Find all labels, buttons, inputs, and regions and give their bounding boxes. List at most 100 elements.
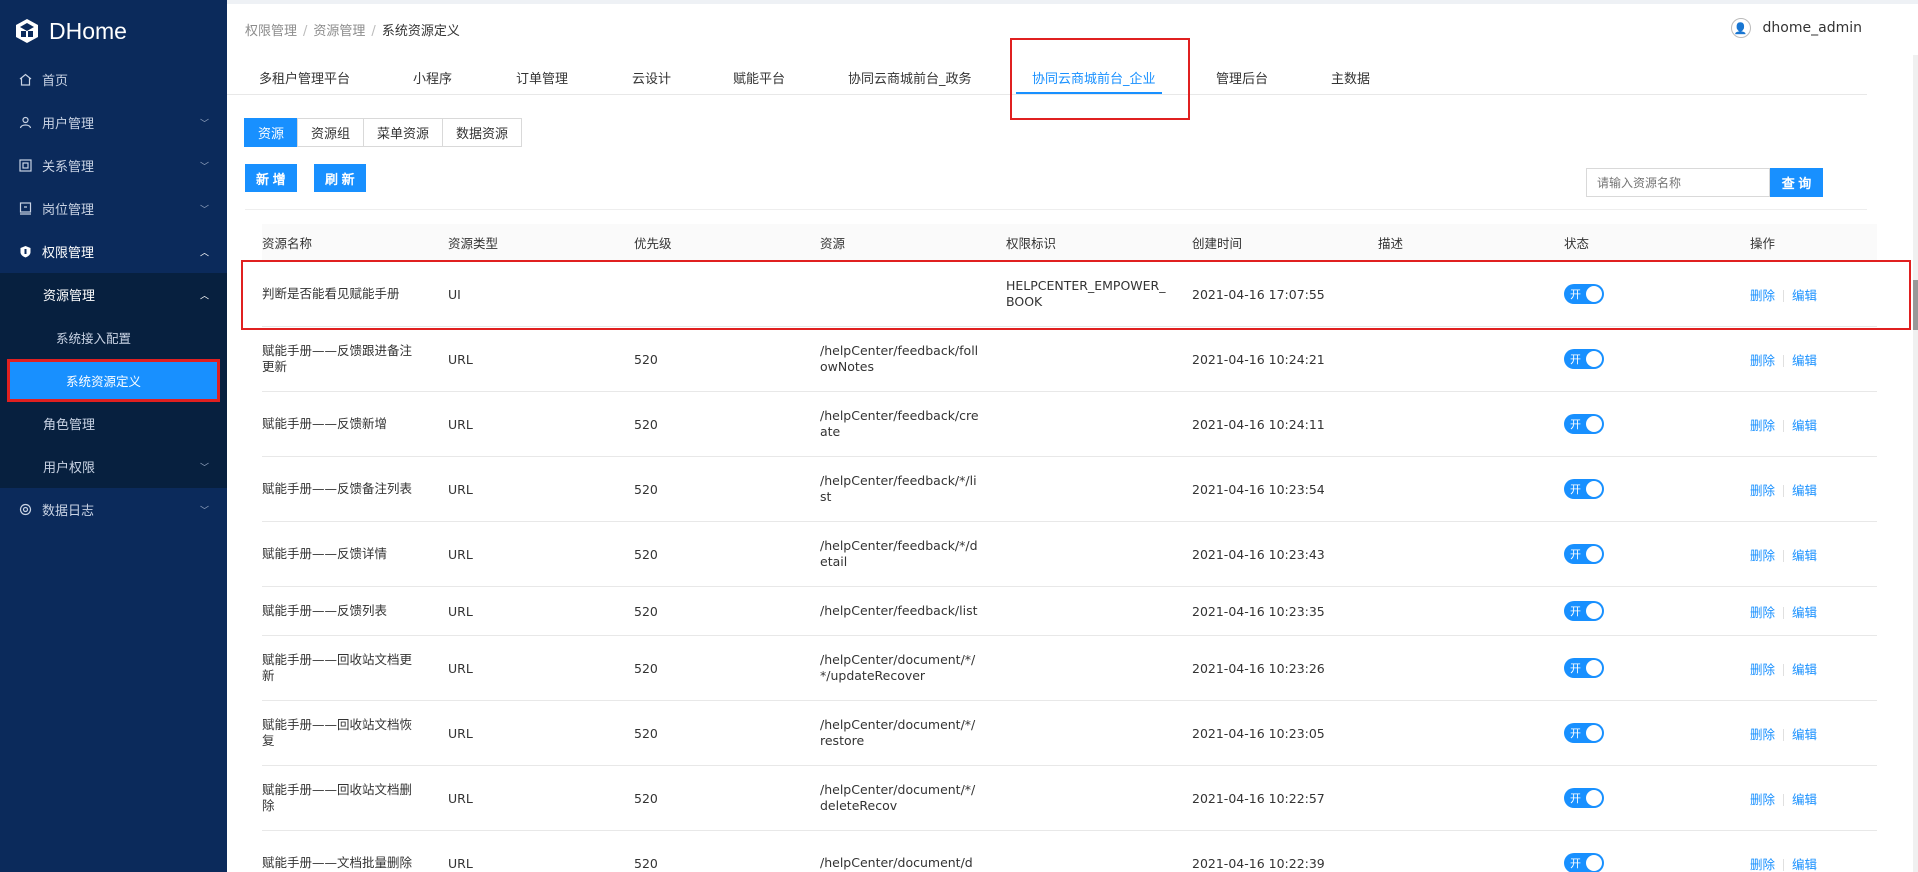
cell-resource-line: restore xyxy=(820,733,865,748)
search-input[interactable] xyxy=(1586,168,1770,197)
sidebar-item-label: 数据日志 xyxy=(42,504,95,519)
status-toggle[interactable]: 开 xyxy=(1564,788,1604,808)
edit-link[interactable]: 编辑 xyxy=(1792,662,1817,677)
action-divider xyxy=(1783,664,1785,676)
cell-resource-line: /helpCenter/document/*/ xyxy=(820,782,976,797)
cell-created-time: 2021-04-16 10:22:57 xyxy=(1192,790,1325,806)
sidebar-item-permissions[interactable]: 权限管理 ︿ xyxy=(0,230,227,273)
action-divider xyxy=(1783,794,1785,806)
edit-link[interactable]: 编辑 xyxy=(1792,548,1817,563)
home-icon xyxy=(18,73,32,87)
refresh-button[interactable]: 刷 新 xyxy=(314,164,366,192)
add-button[interactable]: 新 增 xyxy=(245,164,297,192)
submenu-permissions: 资源管理 ︿ 系统接入配置 系统资源定义 角色管理 用户权限 ﹀ xyxy=(0,273,227,488)
segment-menu-resource[interactable]: 菜单资源 xyxy=(363,118,444,147)
column-header: 状态 xyxy=(1564,236,1590,251)
edit-link[interactable]: 编辑 xyxy=(1792,418,1817,433)
cell-resource: /helpCenter/feedback/*/d etail xyxy=(820,538,978,570)
tab-master-data[interactable]: 主数据 xyxy=(1331,68,1370,87)
tab-mini-program[interactable]: 小程序 xyxy=(413,68,452,87)
sidebar-item-label: 用户管理 xyxy=(42,117,95,132)
cell-type: URL xyxy=(448,660,473,676)
search-button[interactable]: 查 询 xyxy=(1770,168,1823,197)
breadcrumb-current: 系统资源定义 xyxy=(381,24,460,39)
delete-link[interactable]: 删除 xyxy=(1750,605,1775,620)
cell-name: 赋能手册——反馈新增 xyxy=(262,416,387,432)
cell-priority: 520 xyxy=(634,660,658,676)
row-actions: 删除 编辑 xyxy=(1750,724,1817,743)
breadcrumb-item[interactable]: 权限管理 xyxy=(245,24,297,39)
cell-priority: 520 xyxy=(634,416,658,432)
cell-name: 赋能手册——反馈列表 xyxy=(262,603,387,619)
breadcrumb-item[interactable]: 资源管理 xyxy=(313,24,365,39)
sidebar-item-system-resource-definition[interactable]: 系统资源定义 xyxy=(7,359,220,402)
cell-name-line: 更新 xyxy=(262,359,288,374)
sidebar-item-user-permissions[interactable]: 用户权限 ﹀ xyxy=(0,445,227,488)
cube-logo-icon xyxy=(16,19,38,43)
status-toggle[interactable]: 开 xyxy=(1564,414,1604,434)
delete-link[interactable]: 删除 xyxy=(1750,857,1775,872)
edit-link[interactable]: 编辑 xyxy=(1792,605,1817,620)
segment-resource-group[interactable]: 资源组 xyxy=(297,118,365,147)
shield-icon xyxy=(18,245,32,259)
cell-type: URL xyxy=(448,855,473,871)
tab-cloud-design[interactable]: 云设计 xyxy=(632,68,671,87)
cell-resource-line: /helpCenter/feedback/cre xyxy=(820,408,979,423)
chevron-up-icon: ︿ xyxy=(199,248,209,258)
tab-multi-tenant[interactable]: 多租户管理平台 xyxy=(259,68,350,87)
delete-link[interactable]: 删除 xyxy=(1750,418,1775,433)
status-toggle[interactable]: 开 xyxy=(1564,544,1604,564)
column-header: 资源名称 xyxy=(262,236,313,251)
edit-link[interactable]: 编辑 xyxy=(1792,857,1817,872)
edit-link[interactable]: 编辑 xyxy=(1792,727,1817,742)
sidebar-item-label: 系统接入配置 xyxy=(56,331,132,346)
cell-resource: /helpCenter/document/*/deleteRecov xyxy=(820,782,975,814)
sidebar-item-posts[interactable]: 岗位管理 ﹀ xyxy=(0,187,227,230)
sidebar-item-data-log[interactable]: 数据日志 ﹀ xyxy=(0,488,227,531)
status-toggle[interactable]: 开 xyxy=(1564,601,1604,621)
edit-link[interactable]: 编辑 xyxy=(1792,792,1817,807)
delete-link[interactable]: 删除 xyxy=(1750,548,1775,563)
relation-icon xyxy=(18,159,32,173)
table-row: 赋能手册——反馈跟进备注 更新 URL 520/helpCenter/feedback… xyxy=(262,327,1877,392)
row-actions: 删除 编辑 xyxy=(1750,415,1817,434)
segment-resource[interactable]: 资源 xyxy=(244,118,299,147)
delete-link[interactable]: 删除 xyxy=(1750,353,1775,368)
sidebar-item-roles[interactable]: 角色管理 xyxy=(0,402,227,445)
tab-orders[interactable]: 订单管理 xyxy=(516,68,568,87)
delete-link[interactable]: 删除 xyxy=(1750,662,1775,677)
status-toggle[interactable]: 开 xyxy=(1564,723,1604,743)
segment-data-resource[interactable]: 数据资源 xyxy=(442,118,523,147)
sidebar-item-relations[interactable]: 关系管理 ﹀ xyxy=(0,144,227,187)
user-menu[interactable]: 👤 dhome_admin xyxy=(1730,18,1862,38)
tab-admin[interactable]: 管理后台 xyxy=(1216,68,1268,87)
sidebar-item-home[interactable]: 首页 xyxy=(0,58,227,101)
cell-name-line: 复 xyxy=(262,733,275,748)
scrollbar-thumb[interactable] xyxy=(1913,280,1918,330)
chevron-down-icon: ﹀ xyxy=(199,162,209,172)
scrollbar[interactable] xyxy=(1913,55,1918,872)
cell-name-line: 赋能手册——反馈新增 xyxy=(262,416,388,431)
cell-priority: 520 xyxy=(634,603,658,619)
column-header: 创建时间 xyxy=(1192,236,1243,251)
app-logo[interactable]: DHome xyxy=(0,0,227,62)
sidebar-item-resources[interactable]: 资源管理 ︿ xyxy=(0,273,227,316)
edit-link[interactable]: 编辑 xyxy=(1792,483,1817,498)
delete-link[interactable]: 删除 xyxy=(1750,792,1775,807)
status-toggle[interactable]: 开 xyxy=(1564,658,1604,678)
resource-type-segments: 资源 资源组 菜单资源 数据资源 xyxy=(244,118,523,147)
cell-resource: /helpCenter/document/d xyxy=(820,855,973,871)
delete-link[interactable]: 删除 xyxy=(1750,483,1775,498)
status-toggle[interactable]: 开 xyxy=(1564,349,1604,369)
tab-enablement[interactable]: 赋能平台 xyxy=(733,68,785,87)
row-actions: 删除 编辑 xyxy=(1750,659,1817,678)
tab-mall-government[interactable]: 协同云商城前台_政务 xyxy=(848,68,972,87)
cell-name-line: 赋能手册——回收站文档恢 xyxy=(262,717,413,732)
sidebar-item-users[interactable]: 用户管理 ﹀ xyxy=(0,101,227,144)
status-toggle[interactable]: 开 xyxy=(1564,853,1604,872)
cell-resource: /helpCenter/feedback/foll owNotes xyxy=(820,343,978,375)
edit-link[interactable]: 编辑 xyxy=(1792,353,1817,368)
sidebar-item-system-access[interactable]: 系统接入配置 xyxy=(0,316,227,359)
delete-link[interactable]: 删除 xyxy=(1750,727,1775,742)
status-toggle[interactable]: 开 xyxy=(1564,479,1604,499)
